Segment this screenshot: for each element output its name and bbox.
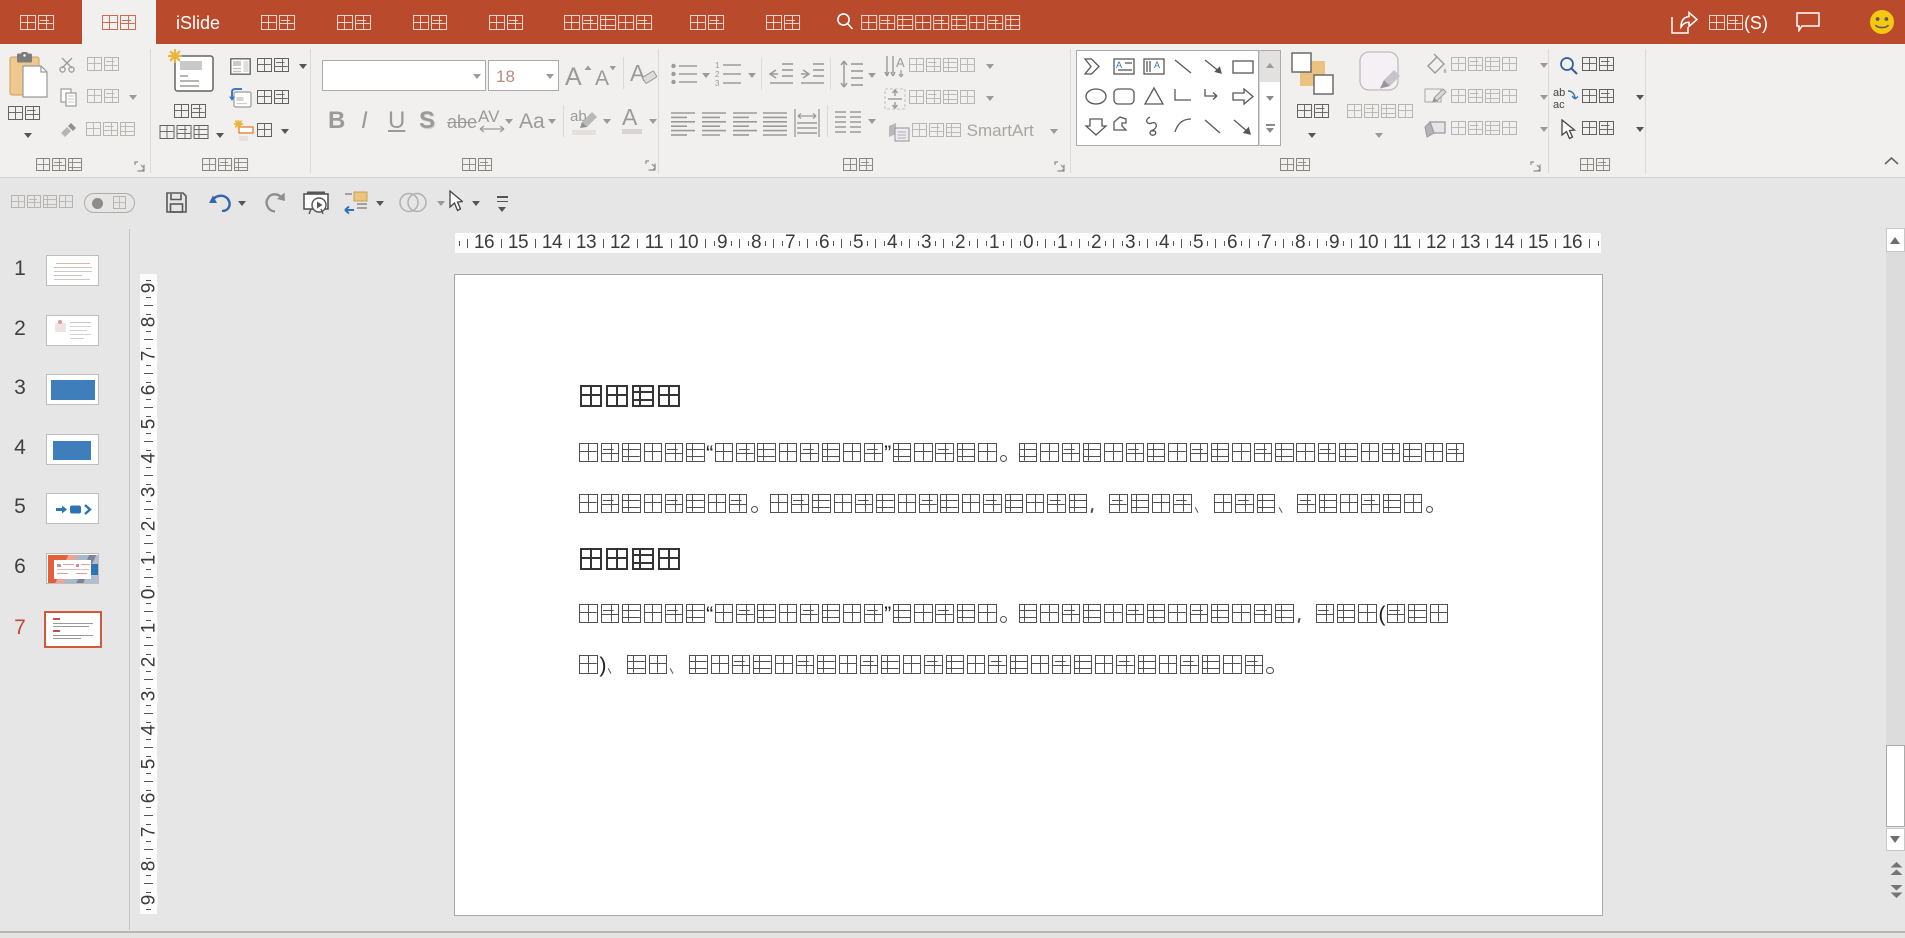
svg-text:ac: ac xyxy=(1553,99,1565,109)
svg-text:3: 3 xyxy=(715,79,720,87)
svg-text:A: A xyxy=(1154,60,1160,70)
svg-text:A: A xyxy=(1116,60,1122,70)
svg-text:A: A xyxy=(896,55,905,70)
svg-text:1: 1 xyxy=(715,61,720,70)
svg-text:AV: AV xyxy=(478,108,500,126)
svg-text:2: 2 xyxy=(715,70,720,79)
svg-text:A: A xyxy=(595,67,609,89)
svg-text:A: A xyxy=(565,63,582,89)
svg-text:A: A xyxy=(630,60,646,86)
svg-text:ab: ab xyxy=(1553,87,1565,99)
svg-text:A: A xyxy=(622,106,638,130)
